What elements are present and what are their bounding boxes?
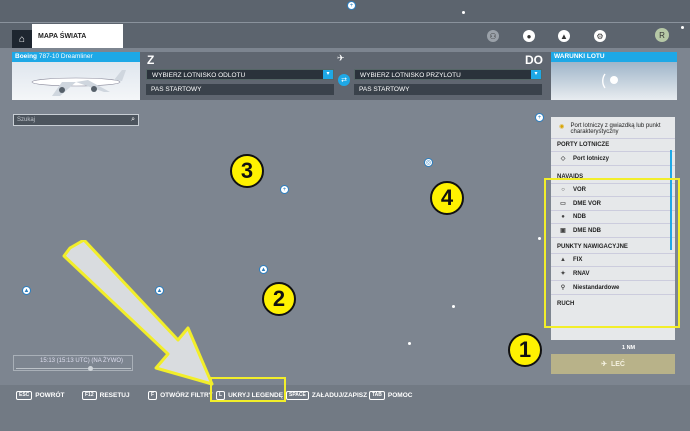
bottom-label: POMOC	[387, 392, 413, 399]
map-airport-pin[interactable]: +	[280, 185, 289, 194]
highlight-hide-legend-box	[210, 377, 286, 402]
departure-select[interactable]: WYBIERZ LOTNISKO ODLOTU ▾	[146, 69, 334, 80]
weather-label: WARUNKI LOTU	[551, 52, 677, 62]
aircraft-name: 787-10 Dreamliner	[37, 53, 93, 60]
weather-card[interactable]: WARUNKI LOTU	[551, 52, 677, 100]
map-waypoint[interactable]	[538, 237, 541, 240]
departure-runway[interactable]: PAS STARTOWY	[146, 84, 334, 95]
map-waypoint[interactable]	[681, 26, 684, 29]
home-icon: ⌂	[18, 33, 26, 45]
annotation-number: 2	[262, 282, 296, 316]
avatar[interactable]: R	[655, 28, 669, 42]
legend-airports-header: PORTY LOTNICZE	[551, 138, 675, 151]
key-hint: ESC	[16, 391, 33, 400]
tab-world-map[interactable]: MAPA ŚWIATA	[32, 24, 123, 48]
map-airport-pin[interactable]: +	[347, 1, 356, 10]
arrival-runway[interactable]: PAS STARTOWY	[354, 84, 542, 95]
plane-takeoff-icon: ✈	[601, 361, 607, 368]
back-button[interactable]: ESC POWRÓT	[16, 391, 65, 400]
legend-star-airport: Port lotniczy z gwiazdką lub punkt chara…	[570, 123, 661, 135]
map-waypoint[interactable]	[452, 305, 455, 308]
from-letter: Z	[147, 53, 155, 67]
key-hint: TAB	[369, 391, 385, 400]
map-airport-pin[interactable]: ▲	[259, 265, 268, 274]
departure-select-label: WYBIERZ LOTNISKO ODLOTU	[152, 72, 246, 79]
map-waypoint[interactable]	[462, 11, 465, 14]
to-letter: DO	[525, 53, 543, 67]
aircraft-card[interactable]: Boeing 787-10 Dreamliner	[12, 52, 140, 100]
arrival-select[interactable]: WYBIERZ LOTNISKO PRZYLOTU ▾	[354, 69, 542, 80]
aircraft-image	[12, 62, 140, 100]
fly-button[interactable]: ✈ LEĆ	[551, 354, 675, 374]
search-input[interactable]: Szukaj ⌕	[13, 114, 139, 126]
search-icon: ⌕	[131, 116, 135, 123]
map-airport-pin[interactable]: +	[535, 113, 544, 122]
help-button[interactable]: TAB POMOC	[369, 391, 412, 400]
swap-icon[interactable]: ⇄	[338, 74, 350, 86]
airport-icon: ◇	[560, 156, 566, 162]
map-waypoint[interactable]	[408, 342, 411, 345]
legend-airport: Port lotniczy	[573, 155, 610, 162]
home-tab[interactable]: ⌂	[12, 30, 32, 48]
annotation-number: 1	[508, 333, 542, 367]
profile-icon[interactable]: ●	[523, 30, 535, 42]
highlight-navaids-box	[544, 178, 680, 328]
map-scale: 1 NM	[622, 345, 636, 351]
arrival-select-label: WYBIERZ LOTNISKO PRZYLOTU	[360, 72, 461, 79]
weather-image	[551, 62, 677, 100]
search-placeholder: Szukaj	[17, 117, 36, 123]
load-save-button[interactable]: SPACE ZAŁADUJ/ZAPISZ	[286, 391, 367, 400]
map-airport-pin[interactable]: ▲	[22, 286, 31, 295]
map-airport-pin[interactable]: ◎	[424, 158, 433, 167]
notifications-icon[interactable]: ▲	[558, 30, 570, 42]
chevron-down-icon: ▾	[323, 70, 333, 79]
plane-icon: ✈	[337, 53, 345, 63]
aircraft-name-bold: Boeing	[15, 53, 38, 60]
bottom-label: ZAŁADUJ/ZAPISZ	[311, 392, 368, 399]
settings-icon[interactable]: ⚙	[594, 30, 606, 42]
key-hint: SPACE	[286, 391, 309, 400]
group-icon[interactable]: ⚇	[487, 30, 499, 42]
chevron-down-icon: ▾	[531, 70, 541, 79]
annotation-arrow	[60, 238, 220, 395]
fly-button-label: LEĆ	[610, 360, 625, 368]
star-airport-icon: ◉	[559, 124, 565, 130]
top-divider	[0, 22, 690, 23]
annotation-number: 3	[230, 154, 264, 188]
annotation-number: 4	[430, 181, 464, 215]
